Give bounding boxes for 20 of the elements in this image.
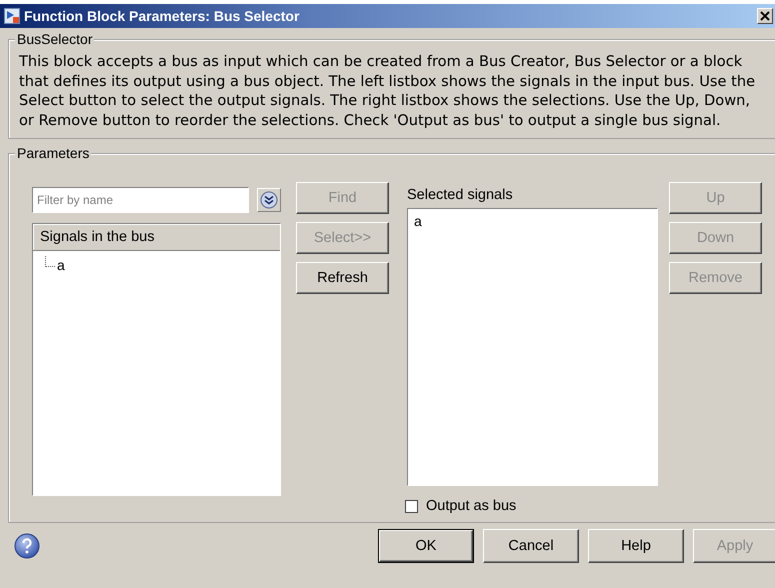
filter-field[interactable]: Filter by name xyxy=(32,187,249,213)
group-title: BusSelector xyxy=(15,31,94,47)
ok-button[interactable]: OK xyxy=(378,529,474,563)
help-button[interactable]: Help xyxy=(588,529,684,563)
button[interactable]: Refresh xyxy=(296,262,389,294)
window-title: Function Block Parameters: Bus Selector xyxy=(24,8,300,24)
description-text: This block accepts a bus as input which can be created from a Bus Creator, Bus Selector or a block that defines its output using a bus object. The left listbox shows the signals in the input bus. Use the Select button to select the output signals. The right listbox shows the selections. Use the Up, Down, or Remove button to reorder the selections. Check 'Output as bus' to output a single bus signal. xyxy=(19,52,756,130)
list-header: Signals in the bus xyxy=(33,224,280,251)
app-icon xyxy=(4,8,20,24)
group-title: Parameters xyxy=(15,145,92,161)
close-button[interactable] xyxy=(757,8,773,24)
tree-connector xyxy=(45,256,55,267)
cancel-button[interactable]: Cancel xyxy=(483,529,579,563)
help-icon[interactable] xyxy=(14,533,40,559)
checkbox-label: Output as bus xyxy=(426,498,516,514)
tree-item[interactable]: a xyxy=(55,257,65,273)
expand-icon[interactable] xyxy=(257,188,281,212)
list-label: Selected signals xyxy=(407,186,514,205)
checkbox[interactable] xyxy=(405,500,418,512)
list-item[interactable]: a xyxy=(414,213,651,229)
